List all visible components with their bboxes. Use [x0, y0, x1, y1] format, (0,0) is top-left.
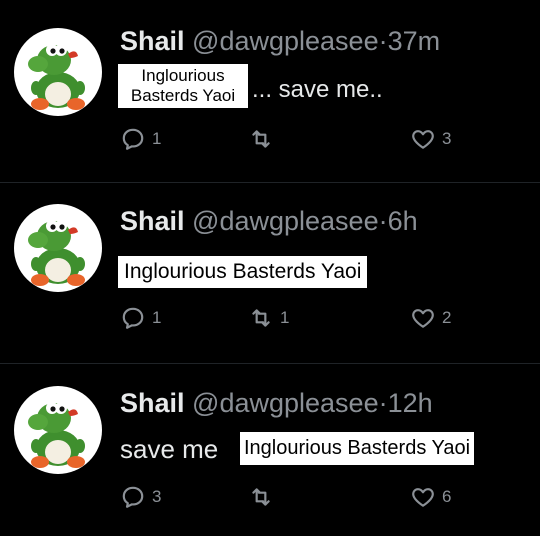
user-handle[interactable]: @dawgpleasee: [192, 26, 379, 56]
retweet-button[interactable]: [248, 126, 280, 152]
timestamp[interactable]: 12h: [388, 388, 433, 418]
tweet-text: ... save me..: [252, 76, 383, 103]
tweet-header: Shail @dawgpleasee·6h: [120, 206, 418, 237]
separator: ·: [378, 26, 388, 56]
display-name[interactable]: Shail: [120, 206, 185, 236]
reply-count: 1: [152, 308, 162, 327]
reply-button[interactable]: 1: [120, 126, 161, 152]
timestamp[interactable]: 37m: [388, 26, 441, 56]
user-handle[interactable]: @dawgpleasee: [192, 388, 379, 418]
caption-overlay: Inglourious Basterds Yaoi: [240, 432, 475, 465]
reply-button[interactable]: 3: [120, 484, 161, 510]
heart-icon: [412, 488, 434, 507]
reply-icon: [122, 486, 144, 508]
action-bar: 3 6: [120, 484, 480, 514]
reply-icon: [122, 307, 144, 329]
like-count: 6: [442, 487, 452, 506]
tweet-text: save me: [120, 434, 219, 464]
retweet-icon: [252, 309, 270, 327]
action-bar: 1 3: [120, 126, 480, 156]
heart-icon: [412, 130, 434, 149]
like-button[interactable]: 6: [410, 484, 451, 510]
yoshi-plush-icon[interactable]: [14, 386, 102, 474]
heart-icon: [412, 309, 434, 328]
separator: ·: [378, 388, 388, 418]
yoshi-plush-icon[interactable]: [14, 204, 102, 292]
reply-icon: [122, 128, 144, 150]
caption-overlay: Inglourious Basterds Yaoi: [118, 64, 248, 108]
retweet-icon: [252, 488, 270, 506]
reply-button[interactable]: 1: [120, 305, 161, 331]
retweet-count: 1: [280, 308, 290, 327]
like-count: 2: [442, 308, 452, 327]
like-button[interactable]: 3: [410, 126, 451, 152]
tweet[interactable]: Shail @dawgpleasee·6h Inglourious Baster…: [0, 183, 540, 364]
caption-overlay: Inglourious Basterds Yaoi: [118, 256, 368, 288]
action-bar: 1 1 2: [120, 305, 480, 335]
reply-count: 1: [152, 129, 162, 148]
tweet-header: Shail @dawgpleasee·37m: [120, 26, 440, 57]
tweet-header: Shail @dawgpleasee·12h: [120, 388, 433, 419]
tweet[interactable]: Shail @dawgpleasee·12h save me Inglourio…: [0, 364, 540, 536]
user-handle[interactable]: @dawgpleasee: [192, 206, 379, 236]
tweet[interactable]: Shail @dawgpleasee·37m Inglourious Baste…: [0, 0, 540, 183]
separator: ·: [378, 206, 388, 236]
retweet-icon: [252, 130, 270, 148]
reply-count: 3: [152, 487, 162, 506]
like-button[interactable]: 2: [410, 305, 451, 331]
yoshi-plush-icon[interactable]: [14, 28, 102, 116]
display-name[interactable]: Shail: [120, 26, 185, 56]
timestamp[interactable]: 6h: [388, 206, 418, 236]
retweet-button[interactable]: [248, 484, 280, 510]
like-count: 3: [442, 129, 452, 148]
retweet-button[interactable]: 1: [248, 305, 289, 331]
display-name[interactable]: Shail: [120, 388, 185, 418]
